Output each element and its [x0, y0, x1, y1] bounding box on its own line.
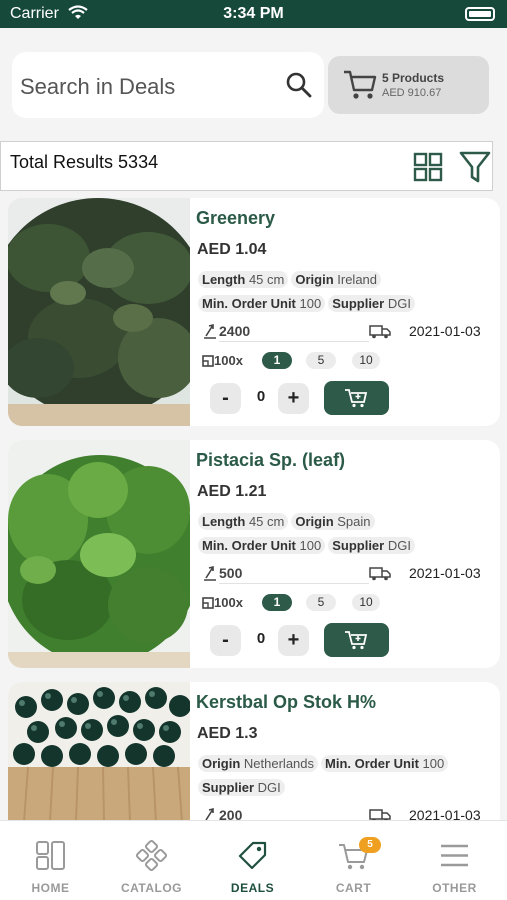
- tab-label: CATALOG: [120, 881, 183, 895]
- delivery-truck-icon: [369, 809, 391, 820]
- attribute-origin: Origin Spain: [291, 513, 375, 530]
- attribute-row: Supplier DGI: [198, 779, 288, 796]
- increase-quantity-button[interactable]: +: [278, 625, 309, 656]
- product-name[interactable]: Kerstbal Op Stok H%: [196, 692, 376, 713]
- stock-divider: [219, 341, 369, 342]
- quantity-value[interactable]: 0: [254, 388, 268, 405]
- cart-product-count: 5 Products: [382, 71, 445, 85]
- attribute-length: Length 45 cm: [198, 271, 289, 288]
- tag-icon: [238, 841, 267, 870]
- decrease-quantity-button[interactable]: -: [210, 625, 241, 656]
- tab-label: OTHER: [432, 881, 477, 895]
- tab-home[interactable]: HOME: [0, 821, 101, 900]
- stock-count: 200: [219, 807, 243, 820]
- catalog-icon: [135, 839, 168, 872]
- attribute-min-order-unit: Min. Order Unit 100: [198, 295, 326, 312]
- increase-quantity-button[interactable]: +: [278, 383, 309, 414]
- quantity-row: - 0 +: [210, 623, 400, 657]
- search-input[interactable]: Search in Deals: [20, 74, 175, 100]
- cart-total-amount: AED 910.67: [382, 87, 442, 99]
- cart-icon: [344, 70, 377, 99]
- decrease-quantity-button[interactable]: -: [210, 383, 241, 414]
- stock-icon: [204, 565, 216, 581]
- tab-bar: HOME CATALOG DEALS 5 CART OTHER: [0, 820, 507, 900]
- search-box[interactable]: Search in Deals: [12, 52, 324, 118]
- box-icon: [202, 355, 214, 367]
- product-name[interactable]: Pistacia Sp. (leaf): [196, 450, 345, 471]
- tab-cart[interactable]: 5 CART: [303, 821, 404, 900]
- stock-count: 2400: [219, 323, 251, 339]
- results-bar: Total Results 5334: [0, 141, 493, 191]
- pack-option-1[interactable]: 1: [262, 352, 292, 369]
- attribute-supplier: Supplier DGI: [328, 537, 415, 554]
- product-price: AED 1.04: [197, 241, 267, 258]
- tab-catalog[interactable]: CATALOG: [101, 821, 202, 900]
- product-name[interactable]: Greenery: [196, 208, 275, 229]
- tab-label: CART: [335, 881, 372, 895]
- attribute-origin: Origin Netherlands: [198, 755, 319, 772]
- pack-option-5[interactable]: 5: [306, 352, 336, 369]
- product-price: AED 1.3: [197, 725, 258, 742]
- attribute-supplier: Supplier DGI: [198, 779, 285, 796]
- box-icon: [202, 597, 214, 609]
- stock-icon: [204, 323, 216, 339]
- quantity-row: - 0 +: [210, 381, 400, 415]
- tab-deals[interactable]: DEALS: [202, 821, 303, 900]
- delivery-date: 2021-01-03: [409, 565, 481, 581]
- delivery-truck-icon: [369, 567, 391, 581]
- attribute-row: Min. Order Unit 100 Supplier DGI: [198, 295, 418, 312]
- tab-label: HOME: [31, 881, 70, 895]
- quantity-value[interactable]: 0: [254, 630, 268, 647]
- attribute-row: Length 45 cm Origin Spain: [198, 513, 378, 530]
- product-image[interactable]: [8, 440, 190, 668]
- add-to-cart-button[interactable]: [324, 623, 389, 657]
- stock-divider: [219, 583, 369, 584]
- stock-icon: [205, 807, 214, 820]
- tab-label: DEALS: [230, 881, 275, 895]
- home-icon: [36, 841, 65, 870]
- attribute-supplier: Supplier DGI: [328, 295, 415, 312]
- top-bar: Search in Deals 5 Products AED 910.67: [0, 28, 507, 140]
- pack-option-1[interactable]: 1: [262, 594, 292, 611]
- attribute-length: Length 45 cm: [198, 513, 289, 530]
- product-price: AED 1.21: [197, 483, 267, 500]
- delivery-truck-icon: [369, 325, 391, 339]
- add-to-cart-icon: [345, 631, 368, 650]
- battery-icon: [465, 7, 495, 21]
- pack-size: 100x: [214, 353, 243, 368]
- attribute-min-order-unit: Min. Order Unit 100: [198, 537, 326, 554]
- status-bar: Carrier 3:34 PM: [0, 0, 507, 28]
- clock: 3:34 PM: [223, 5, 284, 22]
- filter-icon[interactable]: [459, 150, 491, 184]
- product-card[interactable]: Greenery AED 1.04 Length 45 cm Origin Ire…: [8, 198, 500, 426]
- cart-summary-button[interactable]: 5 Products AED 910.67: [328, 56, 489, 114]
- add-to-cart-button[interactable]: [324, 381, 389, 415]
- product-list[interactable]: Greenery AED 1.04 Length 45 cm Origin Ire…: [0, 192, 507, 820]
- stock-count: 500: [219, 565, 243, 581]
- pack-option-10[interactable]: 10: [352, 352, 380, 369]
- attribute-min-order-unit: Min. Order Unit 100: [321, 755, 449, 772]
- attribute-row: Origin Netherlands Min. Order Unit 100: [198, 755, 451, 772]
- tab-other[interactable]: OTHER: [404, 821, 505, 900]
- delivery-date: 2021-01-03: [409, 807, 481, 820]
- grid-view-icon[interactable]: [413, 152, 443, 182]
- product-card[interactable]: Kerstbal Op Stok H% AED 1.3 Origin Nethe…: [8, 682, 500, 820]
- delivery-date: 2021-01-03: [409, 323, 481, 339]
- menu-icon: [441, 844, 468, 867]
- pack-option-10[interactable]: 10: [352, 594, 380, 611]
- pack-size: 100x: [214, 595, 243, 610]
- attribute-row: Min. Order Unit 100 Supplier DGI: [198, 537, 418, 554]
- search-icon[interactable]: [284, 70, 314, 100]
- add-to-cart-icon: [345, 389, 368, 408]
- total-results: Total Results 5334: [10, 152, 159, 172]
- attribute-row: Length 45 cm Origin Ireland: [198, 271, 384, 288]
- attribute-origin: Origin Ireland: [291, 271, 382, 288]
- cart-badge: 5: [359, 837, 381, 853]
- product-image[interactable]: [8, 198, 190, 426]
- product-image[interactable]: [8, 682, 190, 820]
- product-card[interactable]: Pistacia Sp. (leaf) AED 1.21 Length 45 c…: [8, 440, 500, 668]
- pack-option-5[interactable]: 5: [306, 594, 336, 611]
